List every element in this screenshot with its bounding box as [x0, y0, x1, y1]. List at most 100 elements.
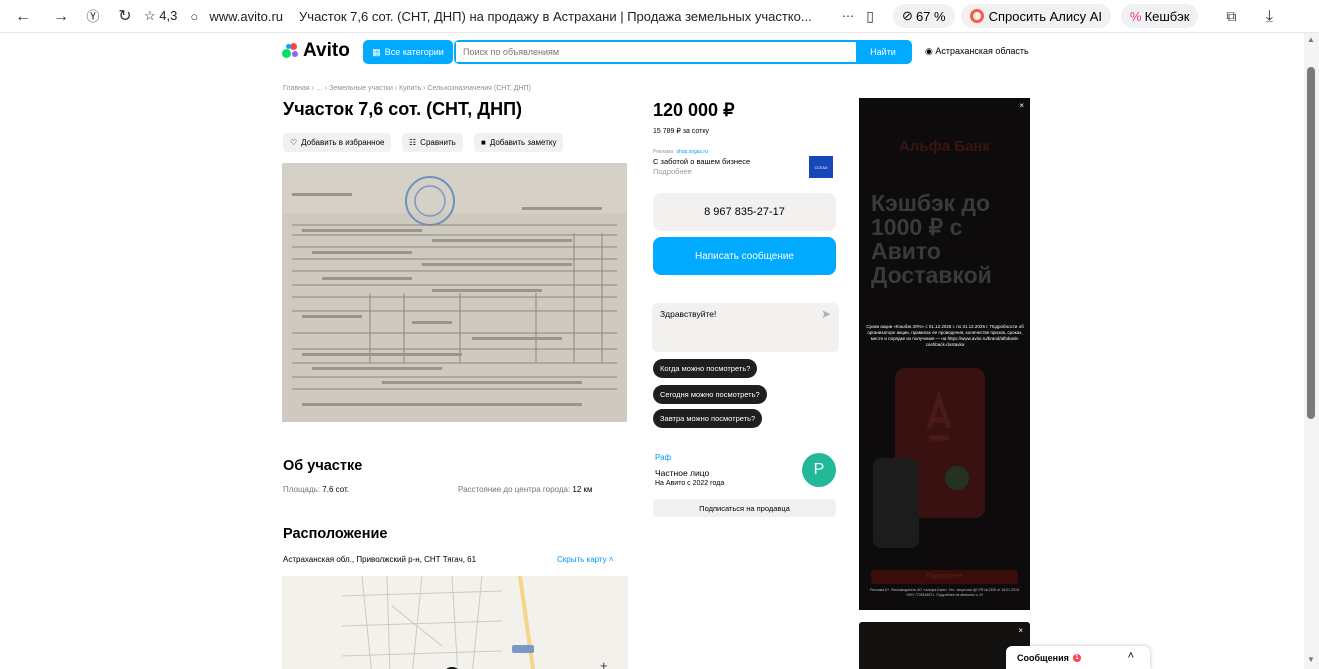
all-categories-label: Все категории [384, 47, 444, 57]
seller-type: Частное лицо [655, 468, 710, 478]
extension-icon[interactable]: ⧉ [1220, 0, 1242, 33]
zoom-in-button[interactable]: + [600, 658, 608, 669]
location-pin-icon: ◉ [925, 46, 933, 56]
cashback-button[interactable]: % Кешбэк [1121, 4, 1199, 28]
param-distance-label: Расстояние до центра города: [458, 485, 571, 494]
seller-since: На Авито с 2022 года [655, 480, 725, 487]
browser-toolbar: ← → Ⓨ ↻ ☆ 4,3 ○ www.avito.ru Участок 7,6… [0, 0, 1319, 33]
seller-name[interactable]: Раф [655, 453, 671, 462]
banner-brand: Альфа Банк [899, 138, 990, 155]
ad-more: Подробнее [653, 167, 692, 176]
messages-label: Сообщения [1017, 652, 1069, 663]
location-map[interactable]: + [282, 576, 628, 669]
ad-label: Реклама [653, 149, 674, 155]
bookmark-icon[interactable]: ▯ [859, 0, 881, 33]
zoom-badge[interactable]: ⊘ 67 % [893, 4, 955, 28]
chat-input-box[interactable]: Здравствуйте! ➤ [652, 303, 839, 352]
avito-logo-text: Avito [303, 40, 350, 61]
address-text: Астраханская обл., Приволжский р-н, СНТ … [283, 555, 477, 564]
alice-button[interactable]: Спросить Алису AI [960, 4, 1111, 28]
chat-input-text[interactable]: Здравствуйте! [660, 309, 716, 319]
zoom-value: 67 % [915, 8, 946, 24]
banner-legal: Реклама 6+. Рекламодатель АО «Альфа-Банк… [870, 588, 1020, 597]
hide-map-link[interactable]: Скрыть карту ˄ [557, 555, 614, 564]
cashback-label: Кешбэк [1144, 8, 1190, 24]
chevron-up-icon[interactable]: ˄ [1128, 650, 1134, 662]
tab-title[interactable]: Участок 7,6 сот. (СНТ, ДНП) на продажу в… [299, 9, 829, 24]
map-canvas [282, 576, 628, 669]
hide-map-label: Скрыть карту [557, 555, 607, 564]
ad-text: С заботой о вашем бизнесе [653, 157, 751, 166]
add-to-favorites-label: Добавить в избранное [301, 138, 385, 147]
avatar[interactable]: Р [802, 453, 836, 487]
all-categories-button[interactable]: ▦ Все категории [363, 40, 453, 64]
region-selector[interactable]: ◉ Астраханская область [925, 46, 1029, 57]
grid-icon: ▦ [372, 46, 381, 57]
quick-question-3[interactable]: Завтра можно посмотреть? [653, 409, 763, 428]
sogaz-logo[interactable]: СОГАЗ [809, 156, 833, 178]
ad-banner-secondary[interactable]: × [859, 622, 1030, 669]
banner-close-icon[interactable]: × [1019, 101, 1024, 110]
quick-question-2[interactable]: Сегодня можно посмотреть? [653, 385, 767, 404]
about-heading: Об участке [283, 458, 363, 474]
chevron-up-icon: ˄ [608, 555, 614, 564]
heart-icon: ♡ [290, 138, 298, 147]
add-to-favorites-button[interactable]: ♡ Добавить в избранное [283, 133, 392, 152]
param-area-value: 7.6 сот. [322, 485, 349, 494]
compare-icon: ☷ [409, 138, 417, 147]
avito-logo-dots [282, 43, 300, 59]
search-button[interactable]: Найти [856, 42, 910, 62]
compare-label: Сравнить [420, 138, 456, 147]
price: 120 000 ₽ [653, 100, 735, 120]
scrollbar-thumb[interactable] [1307, 67, 1315, 419]
ad-banner[interactable]: Альфа Банк × Кэшбэк до 1000 ₽ с Авито До… [859, 98, 1030, 610]
alice-label: Спросить Алису AI [988, 8, 1102, 24]
note-icon: ■ [481, 138, 486, 147]
alice-icon [969, 9, 984, 23]
ad-label-row: Реклама shop.sogaz.ru [653, 147, 803, 157]
listing-photo[interactable] [282, 163, 627, 422]
page-scrollbar[interactable]: ▲ ▼ [1304, 33, 1319, 669]
forward-icon[interactable]: → [50, 0, 72, 33]
avito-logo[interactable]: Avito [282, 40, 350, 62]
banner-button[interactable]: Подробнее [871, 570, 1018, 584]
document-photo-image [282, 163, 627, 422]
breadcrumb[interactable]: Главная › … › Земельные участки › Купить… [283, 85, 531, 92]
banner-terms: Сроки акции «Кэшбэк 20%» с 01.12.2025 г.… [866, 324, 1024, 347]
write-message-button[interactable]: Написать сообщение [653, 237, 836, 275]
banner-secondary-close-icon[interactable]: × [1018, 626, 1023, 635]
page-content: Avito ▦ Все категории Найти ◉ Астраханск… [0, 33, 1304, 669]
back-icon[interactable]: ← [12, 0, 34, 33]
zoom-icon: ⊘ [902, 8, 913, 23]
reload-icon[interactable]: ↻ [114, 0, 136, 33]
param-area: Площадь: 7.6 сот. [283, 485, 349, 494]
scroll-down-icon[interactable]: ▼ [1307, 655, 1315, 664]
location-heading: Расположение [283, 526, 388, 542]
region-label: Астраханская область [935, 46, 1029, 56]
sogaz-logo-text: СОГАЗ [814, 164, 828, 170]
banner-headline: Кэшбэк до 1000 ₽ с Авито Доставкой [871, 190, 992, 288]
add-note-label: Добавить заметку [489, 138, 557, 147]
yandex-icon[interactable]: Ⓨ [82, 0, 104, 33]
banner-card-image [873, 368, 985, 548]
messages-panel[interactable]: Сообщения 1 ˄ [1006, 646, 1150, 669]
add-note-button[interactable]: ■ Добавить заметку [474, 133, 564, 152]
price-per-unit: 15 789 ₽ за сотку [653, 128, 709, 135]
site-rating[interactable]: ☆ 4,3 [144, 8, 177, 24]
shield-icon[interactable]: ○ [183, 0, 205, 33]
more-icon[interactable]: ⋯ [837, 0, 859, 33]
param-distance-value: 12 км [572, 485, 593, 494]
subscribe-seller-button[interactable]: Подписаться на продавца [653, 499, 836, 517]
download-icon[interactable]: ⤓ [1258, 0, 1280, 33]
page-title: Участок 7,6 сот. (СНТ, ДНП) [283, 99, 523, 119]
compare-button[interactable]: ☷ Сравнить [402, 133, 463, 152]
send-icon[interactable]: ➤ [821, 307, 831, 321]
search-input[interactable] [456, 42, 856, 62]
address-domain[interactable]: www.avito.ru [209, 9, 283, 24]
messages-count-badge: 1 [1072, 653, 1081, 662]
quick-question-1[interactable]: Когда можно посмотреть? [653, 359, 758, 378]
scroll-up-icon[interactable]: ▲ [1307, 35, 1315, 44]
sponsored-block[interactable]: Реклама shop.sogaz.ru С заботой о вашем … [653, 147, 803, 177]
show-phone-button[interactable]: 8 967 835-27-17 [653, 193, 836, 231]
param-distance: Расстояние до центра города: 12 км [458, 485, 593, 494]
